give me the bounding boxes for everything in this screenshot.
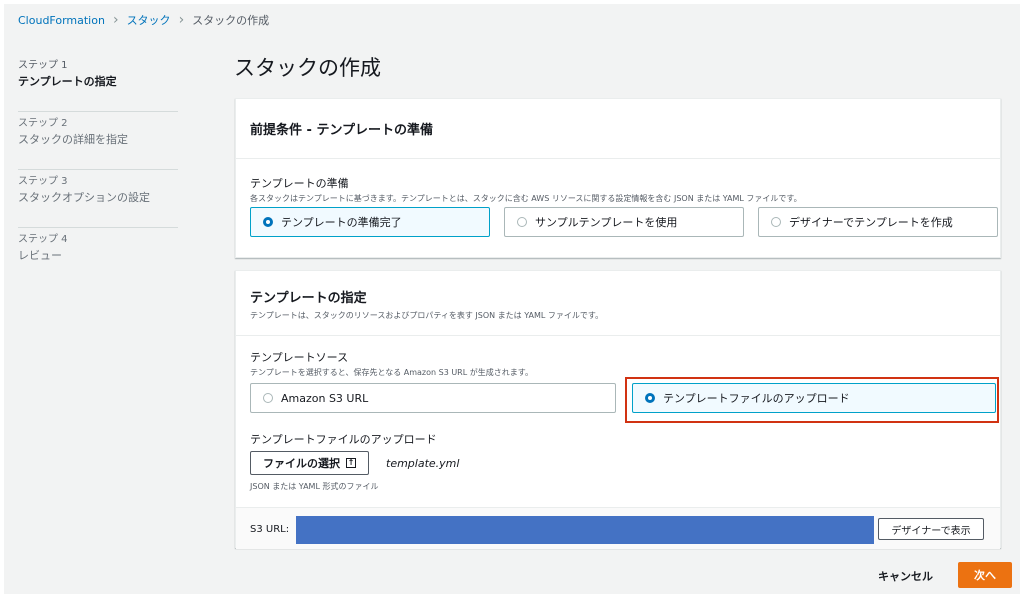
option-label: テンプレートファイルのアップロード (663, 392, 850, 405)
specify-template-panel: テンプレートの指定 テンプレートは、スタックのリソースおよびプロパティを表す J… (235, 270, 1001, 549)
field-label: テンプレートファイルのアップロード (250, 433, 437, 446)
s3-url-bar: S3 URL: デザイナーで表示 (236, 507, 1000, 549)
option-amazon-s3-url[interactable]: Amazon S3 URL (250, 383, 616, 413)
s3-url-label: S3 URL: (250, 524, 290, 535)
s3-url-value-redacted (296, 516, 874, 544)
chevron-right-icon: › (112, 12, 119, 28)
radio-selected-icon (645, 393, 655, 403)
panel-header: 前提条件 - テンプレートの準備 (236, 99, 1000, 159)
option-label: サンプルテンプレートを使用 (535, 216, 678, 229)
upload-icon: ↑ (346, 458, 356, 468)
step-4: ステップ 4 レビュー (18, 228, 178, 286)
option-label: Amazon S3 URL (281, 391, 369, 405)
field-label: テンプレートの準備 (250, 177, 349, 190)
panel-title: 前提条件 - テンプレートの準備 (250, 123, 434, 138)
view-in-designer-button[interactable]: デザイナーで表示 (878, 518, 984, 540)
step-3: ステップ 3 スタックオプションの設定 (18, 170, 178, 228)
option-sample-template[interactable]: サンプルテンプレートを使用 (504, 207, 744, 237)
radio-unselected-icon (771, 217, 781, 227)
chevron-right-icon: › (178, 12, 185, 28)
breadcrumb-stacks[interactable]: スタック (127, 12, 171, 28)
prerequisite-panel: 前提条件 - テンプレートの準備 テンプレートの準備 各スタックはテンプレートに… (235, 98, 1001, 258)
step-name: レビュー (18, 249, 62, 262)
step-name: スタックオプションの設定 (18, 191, 150, 204)
breadcrumb: CloudFormation › スタック › スタックの作成 (18, 12, 269, 28)
step-name: スタックの詳細を指定 (18, 133, 128, 146)
step-2: ステップ 2 スタックの詳細を指定 (18, 112, 178, 170)
field-description: 各スタックはテンプレートに基づきます。テンプレートとは、スタックに含む AWS … (250, 194, 802, 203)
wizard-steps: ステップ 1 テンプレートの指定 ステップ 2 スタックの詳細を指定 ステップ … (18, 54, 178, 286)
step-number: ステップ 3 (18, 176, 68, 187)
page-frame: CloudFormation › スタック › スタックの作成 ステップ 1 テ… (4, 4, 1020, 594)
step-number: ステップ 1 (18, 60, 68, 71)
option-label: デザイナーでテンプレートを作成 (789, 216, 953, 229)
option-designer-template[interactable]: デザイナーでテンプレートを作成 (758, 207, 998, 237)
step-number: ステップ 2 (18, 118, 68, 129)
file-name: template.yml (386, 457, 460, 470)
cancel-button[interactable]: キャンセル (878, 568, 933, 584)
option-upload-template-file[interactable]: テンプレートファイルのアップロード (632, 383, 996, 413)
radio-unselected-icon (517, 217, 527, 227)
option-template-ready[interactable]: テンプレートの準備完了 (250, 207, 490, 237)
panel-title: テンプレートの指定 (250, 291, 367, 306)
choose-file-button[interactable]: ファイルの選択 ↑ (250, 451, 369, 475)
breadcrumb-cloudformation[interactable]: CloudFormation (18, 14, 105, 27)
next-button[interactable]: 次へ (958, 562, 1012, 588)
choose-file-label: ファイルの選択 (263, 457, 340, 470)
page-title: スタックの作成 (234, 56, 381, 80)
radio-unselected-icon (263, 393, 273, 403)
step-1: ステップ 1 テンプレートの指定 (18, 54, 178, 112)
file-hint: JSON または YAML 形式のファイル (250, 482, 379, 491)
step-number: ステップ 4 (18, 234, 68, 245)
option-label: テンプレートの準備完了 (281, 216, 402, 229)
panel-header: テンプレートの指定 テンプレートは、スタックのリソースおよびプロパティを表す J… (250, 287, 986, 321)
field-label: テンプレートソース (250, 351, 349, 364)
panel-description: テンプレートは、スタックのリソースおよびプロパティを表す JSON または YA… (250, 311, 604, 320)
radio-selected-icon (263, 217, 273, 227)
breadcrumb-current: スタックの作成 (192, 14, 270, 27)
step-name: テンプレートの指定 (18, 75, 117, 88)
divider (236, 335, 1000, 336)
